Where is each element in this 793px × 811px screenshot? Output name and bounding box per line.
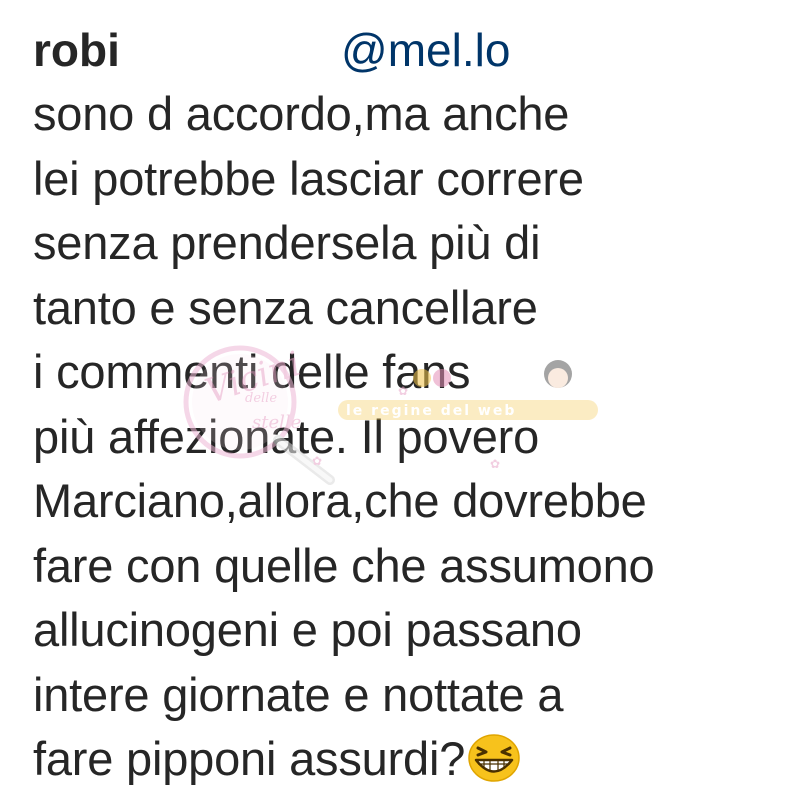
comment-body: sono d accordo,ma anche lei potrebbe las… [33, 82, 783, 792]
comment-line: i commenti delle fans [33, 345, 471, 398]
username-link[interactable]: robi [33, 18, 341, 82]
grinning-squinting-face-icon [467, 733, 521, 783]
comment-line: sono d accordo,ma anche [33, 87, 570, 140]
comment-header: robi @mel.lo [33, 18, 783, 82]
comment-line: senza prendersela più di [33, 216, 541, 269]
comment-line: fare pipponi assurdi? [33, 732, 466, 785]
comment-line: allucinogeni e poi passano [33, 603, 582, 656]
comment-line: fare con quelle che assumono [33, 538, 655, 592]
comment-line: più affezionate. Il povero [33, 409, 540, 463]
comment-line: Marciano,allora,che dovrebbe [33, 474, 647, 527]
comment-line: lei potrebbe lasciar correre [33, 151, 584, 205]
mention-link[interactable]: @mel.lo [341, 18, 510, 82]
comment: robi @mel.lo sono d accordo,ma anche lei … [33, 18, 783, 792]
comment-last-line: fare pipponi assurdi? [33, 727, 783, 792]
comment-line: tanto e senza cancellare [33, 280, 538, 334]
comment-line: intere giornate e nottate a [33, 667, 564, 721]
